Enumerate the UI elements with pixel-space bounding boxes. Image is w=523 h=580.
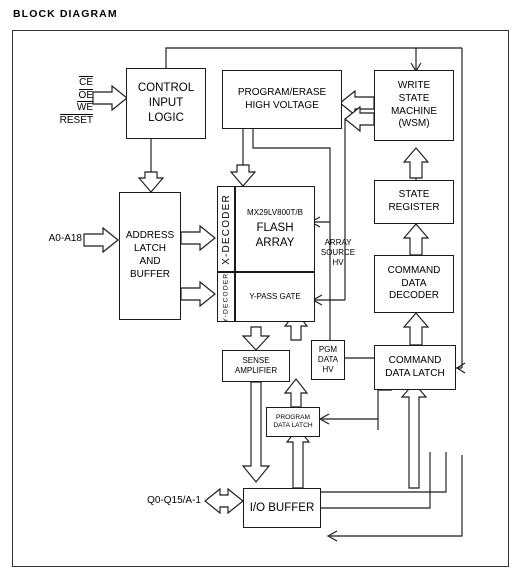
pin-data-bus-label: Q0-Q15/A-1 — [147, 495, 201, 506]
array-source-hv-line-3: HV — [332, 257, 344, 267]
block-program-erase-high-voltage[interactable]: PROGRAM/ERASE HIGH VOLTAGE — [222, 70, 342, 129]
program-erase-hv-line-2: HIGH VOLTAGE — [245, 99, 319, 111]
block-write-state-machine[interactable]: WRITE STATE MACHINE (WSM) — [374, 70, 454, 141]
state-register-line-2: REGISTER — [388, 202, 440, 213]
control-input-logic-line-2: INPUT — [148, 97, 184, 110]
block-program-data-latch[interactable]: PROGRAM DATA LATCH — [266, 407, 320, 437]
block-x-decoder[interactable]: X-DECODER — [217, 186, 235, 272]
pin-ce-label: CE — [79, 76, 93, 88]
block-command-data-latch[interactable]: COMMAND DATA LATCH — [374, 345, 456, 390]
address-latch-line-3: AND — [139, 256, 161, 267]
block-pgm-data-hv[interactable]: PGM DATA HV — [311, 340, 345, 380]
io-buffer-label: I/O BUFFER — [249, 501, 315, 514]
flash-array-part-number: MX29LV800T/B — [247, 207, 303, 217]
array-source-hv-line-2: SOURCE — [320, 247, 356, 257]
block-flash-array[interactable]: MX29LV800T/B FLASH ARRAY — [235, 186, 315, 272]
pin-labels-control: CE OE WE RESET — [48, 76, 93, 126]
block-io-buffer[interactable]: I/O BUFFER — [243, 488, 321, 528]
array-source-hv-line-1: ARRAY — [324, 238, 352, 247]
sense-amplifier-line-1: SENSE — [242, 355, 270, 365]
block-command-data-decoder[interactable]: COMMAND DATA DECODER — [374, 255, 454, 313]
block-state-register[interactable]: STATE REGISTER — [374, 180, 454, 224]
address-latch-line-4: BUFFER — [130, 268, 170, 280]
address-latch-line-2: LATCH — [133, 243, 167, 255]
program-data-latch-line-2: DATA LATCH — [273, 422, 313, 429]
wsm-line-1: WRITE — [397, 79, 431, 91]
pgm-data-hv-line-1: PGM — [318, 344, 338, 354]
pin-address-bus-label: A0-A18 — [48, 233, 82, 244]
pin-oe-label: OE — [78, 88, 93, 101]
program-data-latch-line-1: PROGRAM — [275, 413, 311, 421]
command-data-decoder-line-1: COMMAND — [387, 264, 441, 276]
wsm-line-4: (WSM) — [398, 118, 430, 130]
x-decoder-label: X-DECODER — [220, 193, 232, 265]
block-sense-amplifier[interactable]: SENSE AMPLIFIER — [222, 350, 290, 382]
address-latch-line-1: ADDRESS — [125, 230, 175, 242]
program-erase-hv-line-1: PROGRAM/ERASE — [237, 86, 327, 98]
control-input-logic-line-1: CONTROL — [137, 82, 195, 95]
command-data-decoder-line-2: DATA — [401, 277, 427, 289]
block-y-pass-gate[interactable]: Y-PASS GATE — [235, 272, 315, 322]
y-decoder-label: Y-DECODER — [222, 272, 230, 322]
block-diagram-page: BLOCK DIAGRAM CONTROL INPUT LOGIC PROGRA… — [0, 0, 523, 580]
pin-we-label: WE — [76, 101, 93, 114]
pgm-data-hv-line-3: HV — [322, 365, 334, 375]
control-input-logic-line-3: LOGIC — [148, 111, 184, 124]
page-title: BLOCK DIAGRAM — [13, 8, 118, 20]
sense-amplifier-line-2: AMPLIFIER — [234, 366, 278, 375]
flash-array-line-1: FLASH — [256, 221, 294, 234]
command-data-latch-line-2: DATA LATCH — [385, 367, 445, 379]
command-data-decoder-line-3: DECODER — [388, 290, 439, 302]
block-control-input-logic[interactable]: CONTROL INPUT LOGIC — [126, 68, 206, 139]
flash-array-line-2: ARRAY — [255, 236, 295, 249]
pin-reset-label: RESET — [59, 113, 93, 126]
command-data-latch-line-1: COMMAND — [388, 354, 442, 366]
block-y-decoder[interactable]: Y-DECODER — [217, 272, 235, 322]
state-register-line-1: STATE — [398, 189, 430, 201]
block-address-latch-and-buffer[interactable]: ADDRESS LATCH AND BUFFER — [119, 192, 181, 320]
wsm-line-2: STATE — [398, 92, 430, 104]
pgm-data-hv-line-2: DATA — [317, 354, 339, 364]
y-pass-gate-label: Y-PASS GATE — [249, 291, 301, 301]
label-array-source-hv: ARRAY SOURCE HV — [316, 238, 360, 267]
wsm-line-3: MACHINE — [390, 105, 438, 117]
